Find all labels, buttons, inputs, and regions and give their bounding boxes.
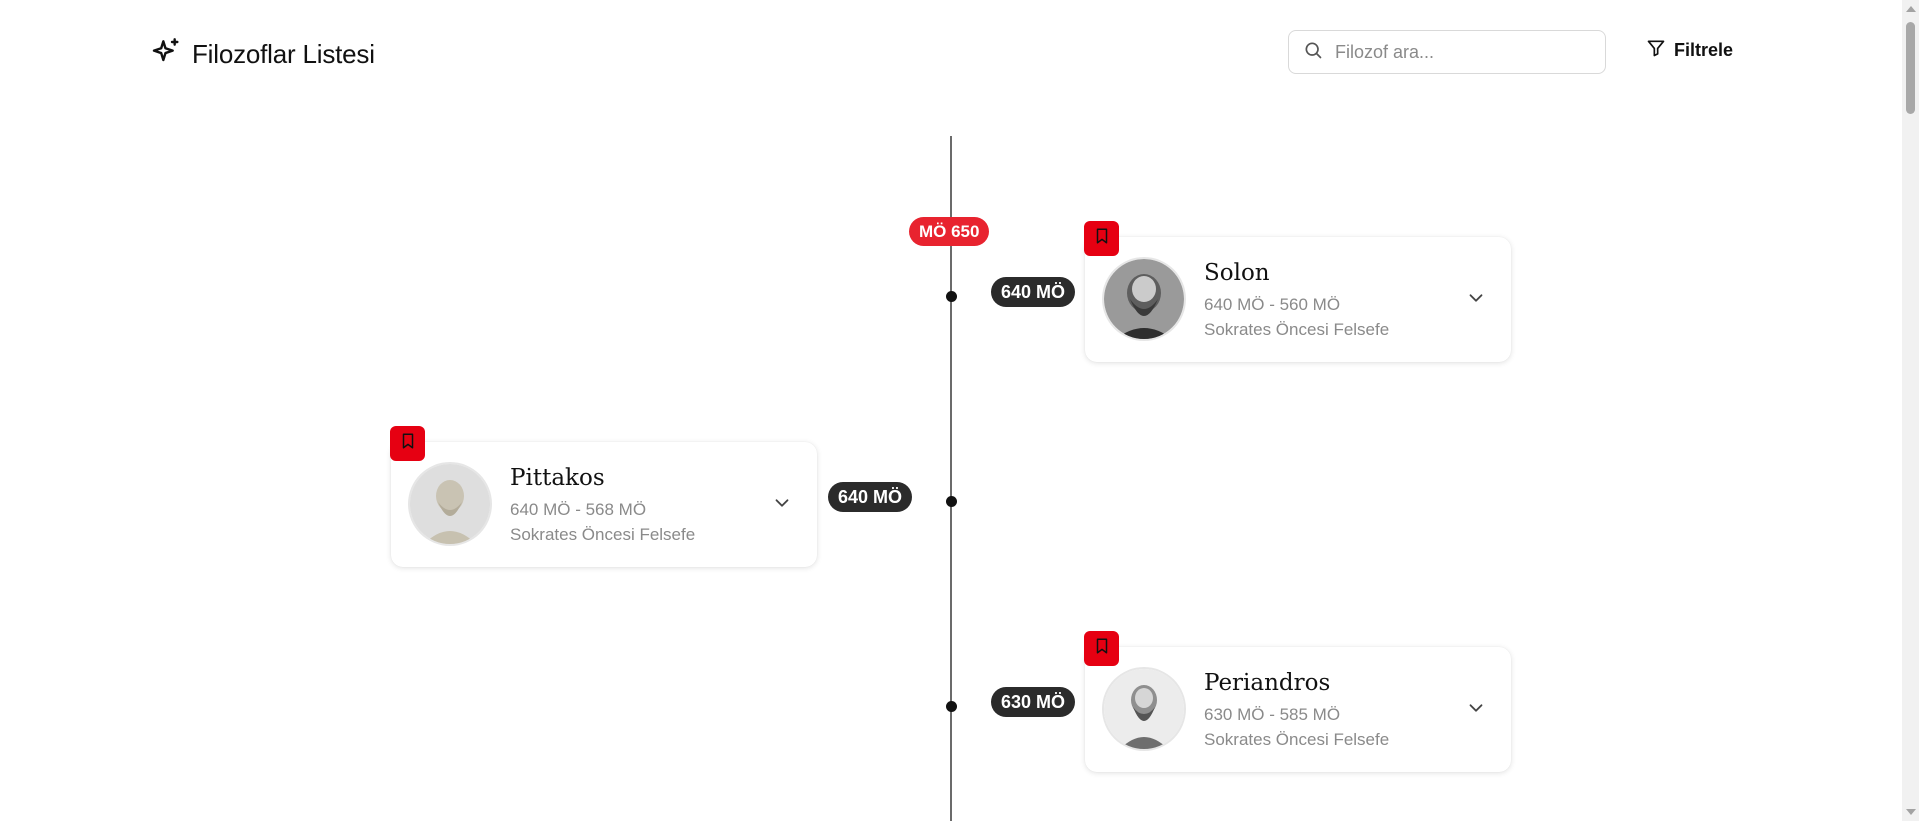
timeline-dot: [946, 291, 957, 302]
expand-button[interactable]: [1465, 287, 1487, 309]
philosopher-card-solon[interactable]: Solon 640 MÖ - 560 MÖ Sokrates Öncesi Fe…: [1084, 221, 1511, 362]
search-icon: [1303, 40, 1323, 65]
year-pill: 630 MÖ: [991, 687, 1076, 717]
chevron-down-icon: [1465, 294, 1487, 313]
philosopher-card-pittakos[interactable]: Pittakos 640 MÖ - 568 MÖ Sokrates Öncesi…: [390, 426, 817, 567]
chevron-down-icon: [1465, 704, 1487, 723]
filter-label: Filtrele: [1674, 40, 1734, 60]
filter-button[interactable]: Filtrele: [1646, 38, 1733, 63]
philosopher-school: Sokrates Öncesi Felsefe: [1204, 320, 1390, 339]
bookmark-icon: [1093, 637, 1111, 660]
scrollbar[interactable]: [1902, 0, 1919, 821]
search-input[interactable]: [1333, 40, 1587, 64]
philosopher-dates: 630 MÖ - 585 MÖ: [1204, 705, 1341, 724]
philosopher-school: Sokrates Öncesi Felsefe: [510, 525, 696, 544]
philosopher-name: Pittakos: [510, 465, 605, 491]
page: Filozoflar Listesi Filtrele MÖ 650 640 M…: [0, 0, 1919, 821]
philosopher-portrait: [410, 464, 490, 544]
expand-button[interactable]: [771, 492, 793, 514]
bookmark-button[interactable]: [1084, 631, 1119, 666]
page-title: Filozoflar Listesi: [192, 39, 375, 69]
philosopher-portrait: [1104, 259, 1184, 339]
philosopher-dates: 640 MÖ - 560 MÖ: [1204, 295, 1341, 314]
scroll-up-icon[interactable]: [1906, 6, 1916, 12]
philosopher-school: Sokrates Öncesi Felsefe: [1204, 730, 1390, 749]
philosopher-dates: 640 MÖ - 568 MÖ: [510, 500, 647, 519]
year-pill: 640 MÖ: [991, 277, 1076, 307]
year-pill: 640 MÖ: [828, 482, 913, 512]
bookmark-icon: [1093, 227, 1111, 250]
chevron-down-icon: [771, 499, 793, 518]
scrollbar-thumb[interactable]: [1906, 22, 1915, 114]
philosopher-name: Periandros: [1204, 670, 1331, 696]
philosopher-name: Solon: [1204, 260, 1270, 286]
philosopher-portrait: [1104, 669, 1184, 749]
expand-button[interactable]: [1465, 697, 1487, 719]
bookmark-icon: [399, 432, 417, 455]
philosopher-card-periandros[interactable]: Periandros 630 MÖ - 585 MÖ Sokrates Önce…: [1084, 631, 1511, 772]
header: Filozoflar Listesi Filtrele: [0, 0, 1900, 110]
brand[interactable]: Filozoflar Listesi: [150, 36, 375, 73]
search-box[interactable]: [1288, 30, 1606, 74]
bookmark-button[interactable]: [1084, 221, 1119, 256]
sparkles-icon: [150, 36, 182, 73]
filter-icon: [1646, 38, 1666, 63]
timeline-dot: [946, 496, 957, 507]
scroll-down-icon[interactable]: [1906, 809, 1916, 815]
bookmark-button[interactable]: [390, 426, 425, 461]
era-badge: MÖ 650: [909, 217, 990, 246]
timeline-dot: [946, 701, 957, 712]
